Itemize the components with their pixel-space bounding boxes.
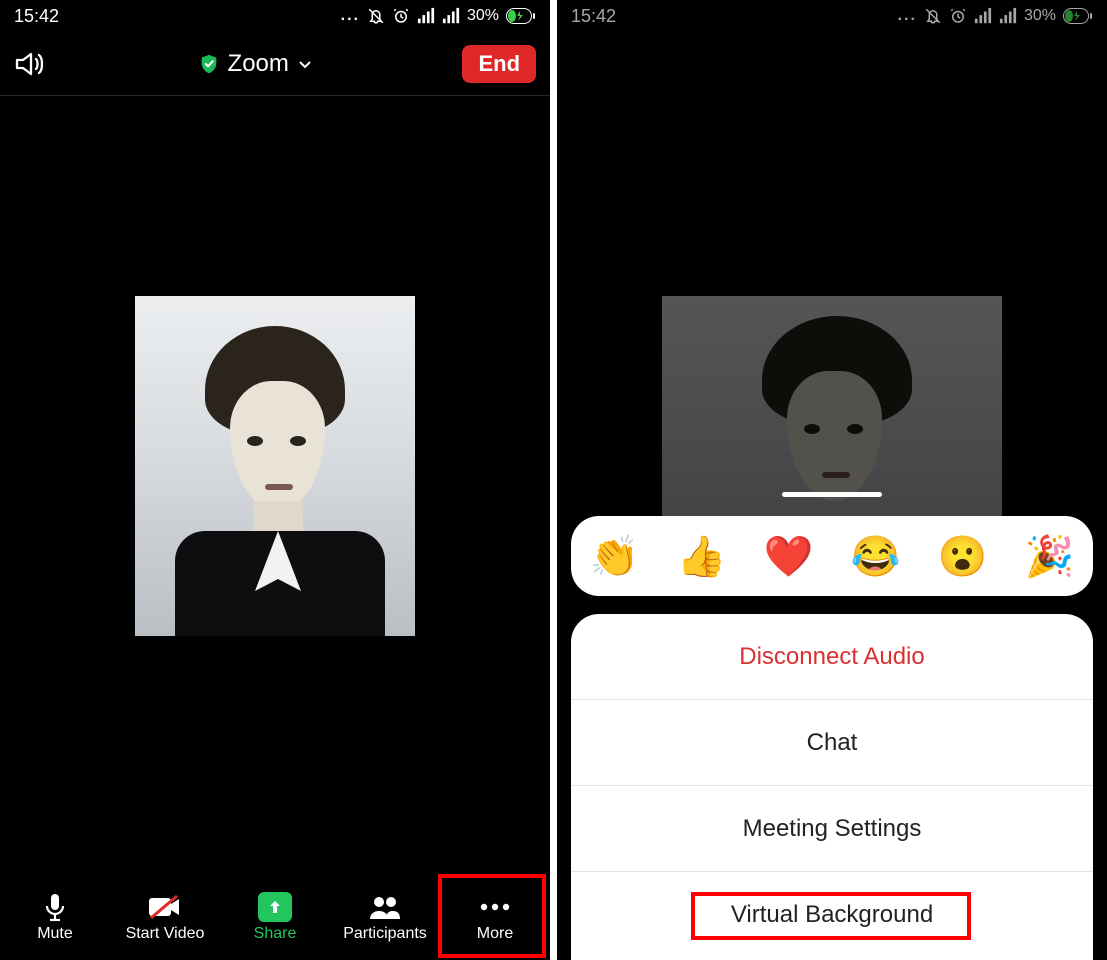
signal-b-icon	[442, 7, 460, 25]
start-video-button[interactable]: Start Video	[110, 874, 220, 960]
more-dots-icon: ...	[341, 7, 360, 25]
participants-icon	[368, 892, 402, 922]
battery-charging-icon	[506, 8, 536, 24]
menu-disconnect-audio[interactable]: Disconnect Audio	[571, 614, 1093, 700]
meeting-title[interactable]: Zoom	[198, 50, 313, 78]
alarm-icon	[392, 7, 410, 25]
mic-icon	[43, 892, 67, 922]
bottom-toolbar: Mute Start Video Share Participants More	[0, 874, 550, 960]
menu-disconnect-label: Disconnect Audio	[739, 643, 924, 671]
reaction-bar: 👏 👍 ❤️ 😂 😮 🎉	[571, 516, 1093, 596]
more-menu-sheet: Disconnect Audio Chat Meeting Settings V…	[571, 614, 1093, 960]
menu-vbg-label: Virtual Background	[731, 901, 933, 929]
reaction-heart[interactable]: ❤️	[764, 533, 814, 580]
phone-screenshot-main: 15:42 ... 30% Zoom End Mute	[0, 0, 550, 960]
sheet-drag-handle[interactable]	[782, 492, 882, 497]
status-right: ... 30%	[341, 7, 536, 25]
signal-a-icon	[417, 7, 435, 25]
participants-button[interactable]: Participants	[330, 874, 440, 960]
menu-chat[interactable]: Chat	[571, 700, 1093, 786]
mute-label: Mute	[37, 925, 73, 943]
share-up-icon	[258, 892, 292, 922]
more-label: More	[477, 925, 513, 943]
end-button[interactable]: End	[462, 45, 536, 83]
shield-check-icon	[198, 53, 220, 75]
more-button[interactable]: More	[440, 874, 550, 960]
self-view	[135, 296, 415, 636]
meeting-title-text: Zoom	[228, 50, 289, 78]
camera-off-icon	[147, 892, 183, 922]
chevron-down-icon	[297, 56, 313, 72]
more-ellipsis-icon	[478, 892, 512, 922]
status-time: 15:42	[14, 6, 59, 27]
battery-percent: 30%	[467, 7, 499, 25]
participants-label: Participants	[343, 925, 427, 943]
reaction-party[interactable]: 🎉	[1025, 533, 1075, 580]
start-video-label: Start Video	[126, 925, 205, 943]
reaction-joy[interactable]: 😂	[851, 533, 901, 580]
share-button[interactable]: Share	[220, 874, 330, 960]
menu-meeting-settings[interactable]: Meeting Settings	[571, 786, 1093, 872]
status-bar: 15:42 ... 30%	[0, 0, 550, 32]
dnd-icon	[367, 7, 385, 25]
reaction-thumbs[interactable]: 👍	[677, 533, 727, 580]
zoom-header: Zoom End	[0, 32, 550, 96]
reaction-clap[interactable]: 👏	[590, 533, 640, 580]
menu-chat-label: Chat	[807, 729, 858, 757]
menu-settings-label: Meeting Settings	[743, 815, 922, 843]
menu-virtual-background[interactable]: Virtual Background	[571, 872, 1093, 958]
reaction-wow[interactable]: 😮	[938, 533, 988, 580]
mute-button[interactable]: Mute	[0, 874, 110, 960]
video-area	[0, 96, 550, 960]
speaker-icon[interactable]	[14, 49, 48, 79]
phone-screenshot-more-menu: 15:42 ... 30% 👏 👍 ❤️ 😂 😮 🎉 Disconnect Au…	[557, 0, 1107, 960]
share-label: Share	[254, 925, 297, 943]
